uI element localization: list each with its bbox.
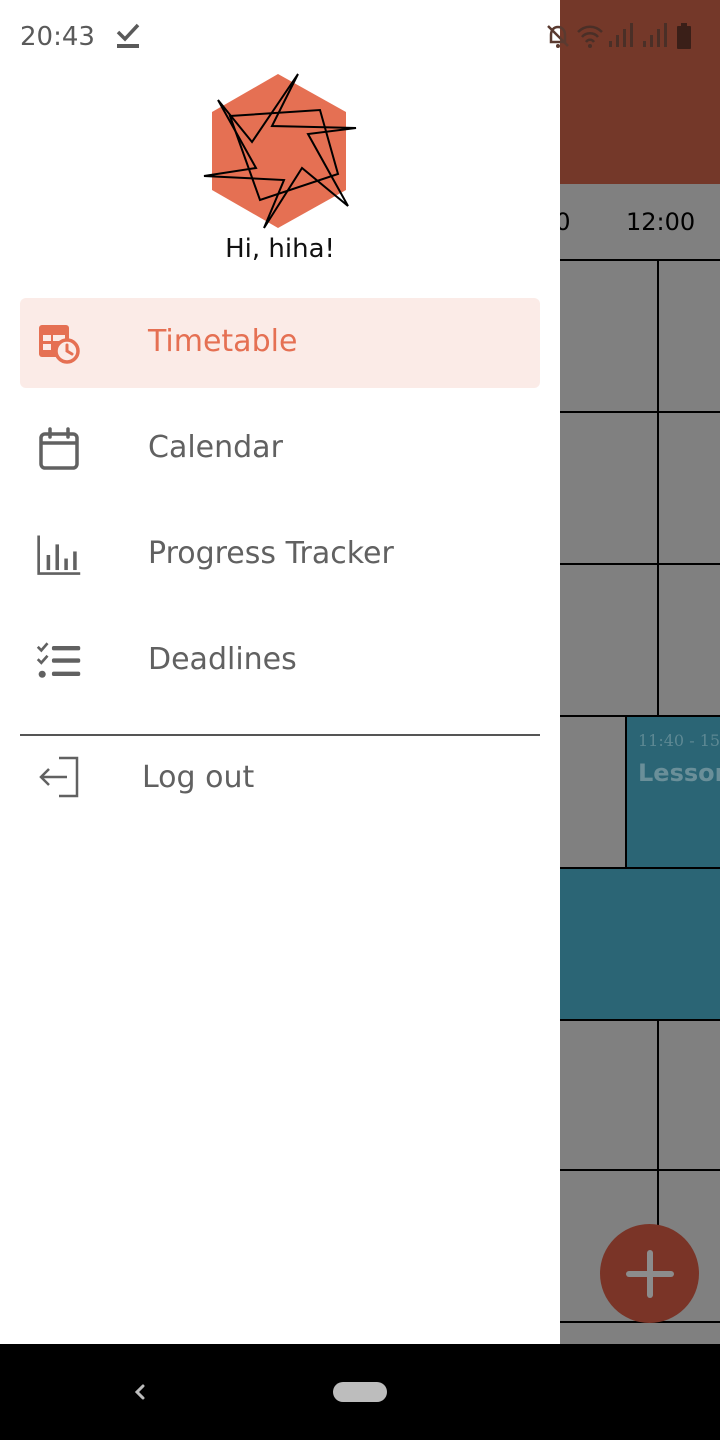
grid-line — [657, 261, 659, 716]
timetable-icon — [36, 320, 82, 366]
signal-icon — [643, 23, 667, 47]
download-done-icon — [115, 22, 141, 54]
back-icon[interactable] — [125, 1374, 155, 1410]
status-bar: 20:43 — [0, 0, 720, 72]
menu-label: Deadlines — [148, 642, 297, 677]
navigation-drawer: Hi, hiha! Timetable Calendar Progress Tr… — [0, 0, 560, 1344]
logout-icon — [36, 754, 82, 800]
menu-item-calendar[interactable]: Calendar — [20, 404, 540, 494]
lesson-title: Lessor — [638, 759, 720, 787]
greeting-text: Hi, hiha! — [225, 234, 335, 264]
lesson-card[interactable]: 11:40 - 15: Lessor — [627, 717, 720, 867]
bar-chart-icon — [36, 532, 82, 578]
status-time: 20:43 — [20, 22, 95, 52]
calendar-icon — [36, 426, 82, 472]
menu-label: Progress Tracker — [148, 536, 394, 571]
menu-item-progress-tracker[interactable]: Progress Tracker — [20, 510, 540, 600]
logout-button[interactable]: Log out — [20, 736, 540, 820]
menu-label: Calendar — [148, 430, 283, 465]
status-icons — [544, 22, 692, 50]
notifications-off-icon — [547, 25, 569, 48]
battery-icon — [677, 23, 691, 49]
time-label: 12:00 — [626, 208, 696, 236]
menu-item-deadlines[interactable]: Deadlines — [20, 616, 540, 706]
menu-item-timetable[interactable]: Timetable — [20, 298, 540, 388]
wifi-icon — [577, 25, 603, 48]
checklist-icon — [36, 638, 82, 684]
menu-label: Timetable — [148, 324, 298, 359]
signal-icon — [609, 23, 633, 47]
lesson-time: 11:40 - 15: — [638, 731, 720, 750]
avatar — [200, 72, 360, 232]
logout-label: Log out — [142, 760, 255, 795]
home-button[interactable] — [333, 1382, 387, 1402]
plus-icon — [625, 1249, 674, 1298]
add-button[interactable] — [600, 1224, 699, 1323]
